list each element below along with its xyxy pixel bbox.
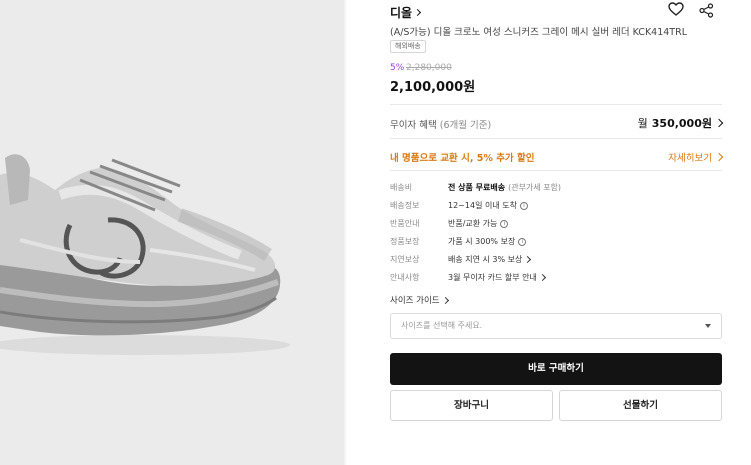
size-select-placeholder: 사이즈를 선택해 주세요. (401, 321, 483, 330)
size-guide-link[interactable]: 사이즈 가이드 (390, 294, 449, 306)
installment-label-text: 무이자 혜택 (390, 120, 437, 131)
divider (390, 170, 722, 171)
gift-button[interactable]: 선물하기 (559, 390, 722, 421)
installment-sub: (6개월 기준) (439, 120, 492, 131)
chevron-right-icon (714, 118, 724, 128)
original-price: 2,280,000 (406, 63, 452, 73)
info-value[interactable]: 12~14일 이내 도착 i (448, 200, 528, 211)
info-value[interactable]: 반품/교환 가능 i (448, 218, 509, 229)
info-label: 배송정보 (390, 201, 420, 210)
info-value[interactable]: 가품 시 300% 보장 i (448, 236, 527, 247)
brand-link[interactable]: 디올 (390, 4, 422, 21)
product-detail-panel: 디올 (A/S가능) 디올 크로노 여성 스니커즈 그레이 메시 실버 레더 K… (390, 0, 724, 465)
info-value-text: 가품 시 300% 보장 (448, 237, 516, 246)
info-value-text: 3월 무이자 카드 할부 안내 (448, 273, 537, 282)
info-label: 안내사항 (390, 273, 420, 282)
buy-now-button[interactable]: 바로 구매하기 (390, 353, 722, 385)
info-value-text: 반품/교환 가능 (448, 219, 498, 228)
heart-icon[interactable] (668, 2, 684, 16)
info-label: 배송비 (390, 183, 413, 192)
promo-text: 내 명품으로 교환 시, 5% 추가 할인 (390, 153, 535, 164)
product-image (0, 0, 344, 465)
installment-label: 무이자 혜택 (6개월 기준) (390, 117, 491, 131)
info-value-text: 배송 지연 시 3% 보상 (448, 255, 523, 264)
size-guide-label[interactable]: 사이즈 가이드 (390, 294, 440, 306)
sneaker-illustration (0, 154, 290, 355)
info-row-delivery[interactable]: 배송정보 12~14일 이내 도착 i (390, 200, 722, 218)
info-label: 반품안내 (390, 219, 420, 228)
promo-link-label[interactable]: 자세히보기 (668, 150, 712, 164)
info-row-shipping-fee: 배송비 전 상품 무료배송 (관부가세 포함) (390, 182, 722, 200)
info-label: 정품보장 (390, 237, 420, 246)
chevron-right-icon (714, 152, 724, 162)
installment-prefix: 월 (637, 117, 648, 130)
info-value-extra: (관부가세 포함) (508, 183, 562, 192)
brand-name[interactable]: 디올 (390, 4, 412, 21)
divider (390, 104, 722, 105)
info-row-authenticity[interactable]: 정품보장 가품 시 300% 보장 i (390, 236, 722, 254)
product-title: (A/S가능) 디올 크로노 여성 스니커즈 그레이 메시 실버 레더 KCK4… (390, 27, 688, 38)
chevron-right-icon (414, 8, 422, 17)
info-value-text: 전 상품 무료배송 (448, 183, 506, 192)
installment-amount: 350,000원 (651, 117, 712, 130)
info-value[interactable]: 3월 무이자 카드 할부 안내 (448, 272, 546, 283)
overseas-shipping-badge: 해외배송 (390, 40, 426, 53)
info-value[interactable]: 배송 지연 시 3% 보상 (448, 254, 532, 265)
chevron-right-icon (524, 255, 532, 264)
divider (390, 138, 722, 139)
info-row-delay-compensation[interactable]: 지연보상 배송 지연 시 3% 보상 (390, 254, 722, 272)
discount-rate: 5% (390, 63, 405, 73)
info-value: 전 상품 무료배송 (관부가세 포함) (448, 182, 561, 193)
sale-price: 2,100,000원 (390, 80, 476, 95)
info-value-text: 12~14일 이내 도착 (448, 201, 517, 210)
info-circle-icon[interactable]: i (518, 237, 527, 246)
info-label: 지연보상 (390, 255, 420, 264)
image-divider (344, 0, 346, 465)
info-circle-icon[interactable]: i (500, 219, 509, 228)
share-icon[interactable] (699, 3, 714, 18)
chevron-down-icon (705, 324, 711, 328)
info-row-notice[interactable]: 안내사항 3월 무이자 카드 할부 안내 (390, 272, 722, 290)
info-circle-icon[interactable]: i (519, 201, 528, 210)
chevron-right-icon (441, 296, 449, 304)
installment-value[interactable]: 월 350,000원 (637, 115, 724, 131)
add-to-cart-button[interactable]: 장바구니 (390, 390, 553, 421)
chevron-right-icon (538, 273, 546, 282)
size-select[interactable]: 사이즈를 선택해 주세요. (390, 313, 722, 339)
promo-details-link[interactable]: 자세히보기 (668, 150, 724, 164)
info-row-return[interactable]: 반품안내 반품/교환 가능 i (390, 218, 722, 236)
